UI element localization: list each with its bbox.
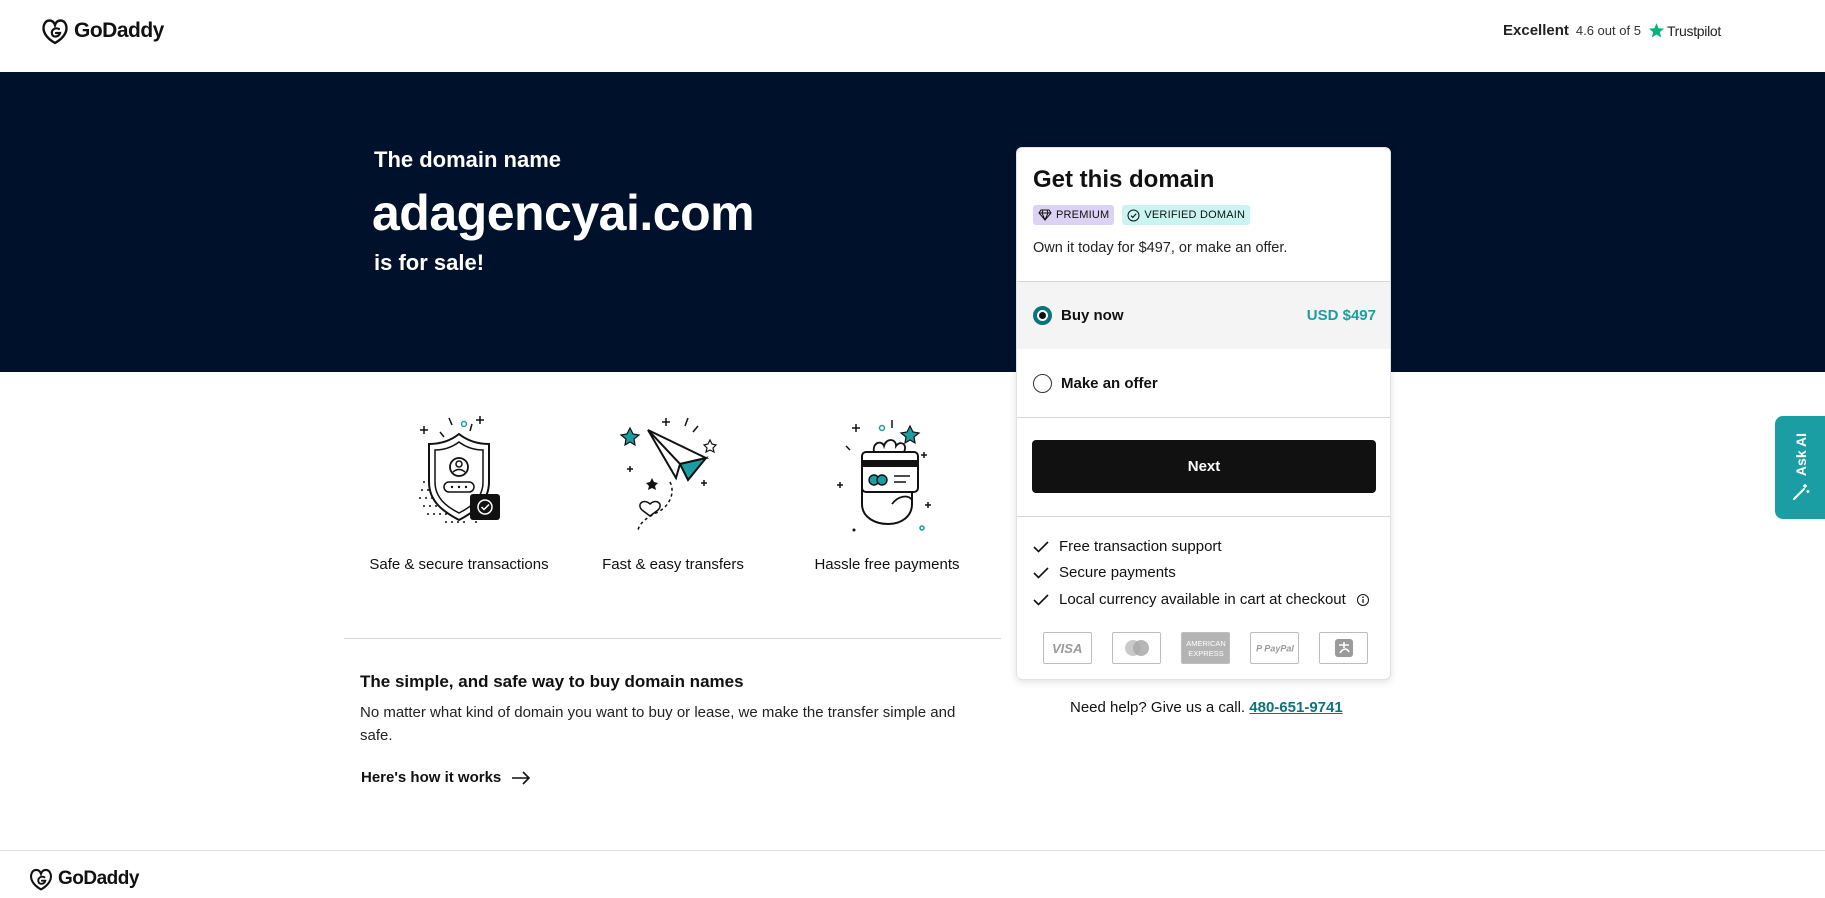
verified-badge-label: VERIFIED DOMAIN: [1144, 209, 1246, 221]
badge-row: PREMIUM VERIFIED DOMAIN: [1033, 205, 1251, 225]
footer-godaddy-logo[interactable]: GoDaddy: [28, 866, 139, 892]
card-separator: [1017, 516, 1390, 517]
verified-domain-badge: VERIFIED DOMAIN: [1122, 205, 1251, 225]
make-offer-option[interactable]: Make an offer: [1017, 349, 1390, 418]
card-title: Get this domain: [1033, 166, 1215, 193]
svg-text:P PayPal: P PayPal: [1256, 644, 1294, 654]
domain-name-heading: adagencyai.com: [372, 185, 755, 241]
how-it-works-label: Here's how it works: [361, 769, 502, 786]
feature-safe-secure: Safe & secure transactions: [359, 412, 559, 573]
premium-badge-label: PREMIUM: [1056, 209, 1110, 221]
payment-methods: VISA AMERICAN EXPRESS P PayPal: [1043, 632, 1368, 664]
feature-label: Hassle free payments: [814, 556, 960, 573]
buy-now-radio[interactable]: [1033, 306, 1052, 325]
card-subtitle: Own it today for $497, or make an offer.: [1033, 240, 1288, 256]
trustpilot-excellent-label: Excellent: [1503, 22, 1569, 39]
svg-text:AMERICAN: AMERICAN: [1186, 639, 1226, 648]
visa-icon: VISA: [1043, 632, 1092, 664]
site-header: GoDaddy Excellent 4.6 out of 5 Trustpilo…: [0, 0, 1825, 72]
footer-divider: [0, 850, 1825, 851]
alipay-icon: [1319, 632, 1368, 664]
buy-now-price: USD $497: [1306, 307, 1376, 324]
benefit-text: Local currency available in cart at chec…: [1059, 591, 1346, 608]
buy-now-label: Buy now: [1061, 307, 1124, 324]
info-title: The simple, and safe way to buy domain n…: [360, 672, 744, 691]
help-line: Need help? Give us a call. 480-651-9741: [1070, 699, 1343, 716]
feature-label: Safe & secure transactions: [369, 556, 549, 573]
paper-plane-icon: [619, 417, 718, 531]
buy-now-option[interactable]: Buy now USD $497: [1017, 281, 1390, 350]
arrow-right-icon: [512, 770, 531, 785]
make-offer-label: Make an offer: [1061, 374, 1158, 392]
godaddy-wordmark: GoDaddy: [74, 19, 164, 42]
checkmark-icon: [1033, 593, 1049, 606]
benefit-item: Secure payments: [1033, 564, 1176, 581]
svg-text:VISA: VISA: [1052, 641, 1082, 655]
purchase-card: Get this domain PREMIUM VERIFIED DOMAIN …: [1016, 147, 1391, 680]
trustpilot-brand: Trustpilot: [1648, 22, 1721, 39]
checkmark-icon: [1033, 540, 1049, 553]
radio-dot: [1037, 310, 1048, 321]
hero-banner: The domain name adagencyai.com is for sa…: [0, 72, 1825, 372]
credit-card-hand-icon: [837, 420, 931, 532]
benefit-item: Local currency available in cart at chec…: [1033, 591, 1370, 608]
checkmark-icon: [1033, 566, 1049, 579]
feature-hassle-free: Hassle free payments: [787, 412, 987, 573]
feature-label: Fast & easy transfers: [602, 556, 744, 573]
godaddy-wordmark: GoDaddy: [58, 868, 139, 889]
godaddy-mark-icon: [42, 19, 68, 45]
ask-ai-tab[interactable]: Ask AI: [1775, 416, 1825, 519]
mastercard-icon: [1112, 632, 1161, 664]
hero-prefix: The domain name: [374, 147, 562, 172]
feature-fast-easy: Fast & easy transfers: [573, 412, 773, 573]
godaddy-logo[interactable]: GoDaddy: [40, 16, 164, 46]
trustpilot-wordmark: Trustpilot: [1666, 22, 1721, 39]
check-circle-icon: [1127, 209, 1140, 221]
info-icon[interactable]: [1356, 593, 1370, 607]
help-text: Need help? Give us a call.: [1070, 699, 1246, 716]
benefit-item: Free transaction support: [1033, 538, 1222, 555]
how-it-works-link[interactable]: Here's how it works: [361, 769, 531, 786]
benefit-text: Free transaction support: [1059, 538, 1222, 555]
premium-badge: PREMIUM: [1033, 205, 1115, 225]
amex-icon: AMERICAN EXPRESS: [1181, 632, 1230, 664]
next-button[interactable]: Next: [1032, 440, 1376, 493]
magic-wand-icon: [1793, 484, 1810, 501]
diamond-icon: [1038, 209, 1052, 221]
help-phone-link[interactable]: 480-651-9741: [1249, 699, 1342, 716]
shield-icon: [419, 416, 500, 523]
godaddy-mark-icon: [30, 868, 52, 891]
make-offer-radio[interactable]: [1033, 373, 1052, 393]
svg-text:EXPRESS: EXPRESS: [1188, 649, 1223, 658]
info-text: No matter what kind of domain you want t…: [360, 704, 956, 744]
trustpilot-rating[interactable]: Excellent 4.6 out of 5 Trustpilot: [1503, 22, 1721, 39]
paypal-icon: P PayPal: [1250, 632, 1299, 664]
trustpilot-star-icon: [1648, 23, 1665, 38]
ask-ai-label: Ask AI: [1793, 432, 1809, 477]
benefit-text: Secure payments: [1059, 564, 1176, 581]
trustpilot-score: 4.6 out of 5: [1575, 23, 1641, 38]
hero-for-sale: is for sale!: [374, 250, 485, 275]
section-divider: [344, 638, 1001, 639]
